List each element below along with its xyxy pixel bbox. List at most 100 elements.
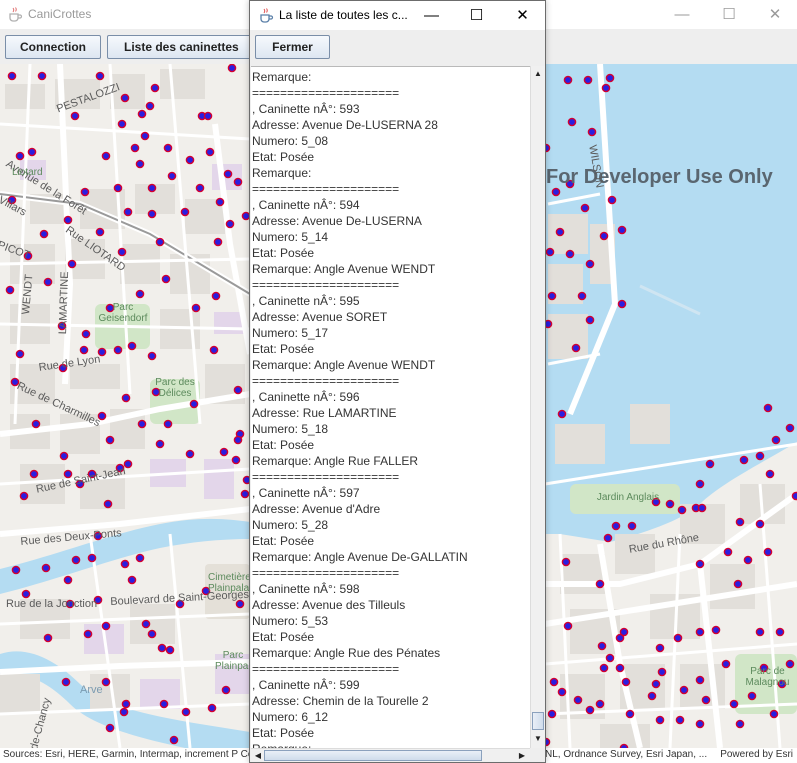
caninette-marker[interactable] (695, 627, 705, 637)
caninette-marker[interactable] (101, 151, 111, 161)
caninette-marker[interactable] (120, 559, 130, 569)
caninette-marker[interactable] (15, 349, 25, 359)
caninette-marker[interactable] (113, 183, 123, 193)
caninette-marker[interactable] (563, 75, 573, 85)
caninette-marker[interactable] (763, 547, 773, 557)
caninette-marker[interactable] (180, 207, 190, 217)
caninette-marker[interactable] (105, 435, 115, 445)
caninette-marker[interactable] (137, 419, 147, 429)
caninette-marker[interactable] (61, 677, 71, 687)
caninette-marker[interactable] (213, 237, 223, 247)
dialog-titlebar[interactable]: La liste de toutes les c... — ☐ ✕ (250, 1, 545, 30)
caninette-marker[interactable] (615, 663, 625, 673)
caninette-marker[interactable] (205, 147, 215, 157)
caninette-marker[interactable] (135, 289, 145, 299)
caninette-marker[interactable] (27, 147, 37, 157)
connection-button[interactable]: Connection (5, 35, 101, 59)
caninette-marker[interactable] (120, 93, 130, 103)
caninette-marker[interactable] (165, 645, 175, 655)
caninette-marker[interactable] (617, 225, 627, 235)
caninette-marker[interactable] (59, 451, 69, 461)
caninette-marker[interactable] (601, 83, 611, 93)
caninette-marker[interactable] (101, 677, 111, 687)
scroll-left-icon[interactable]: ◀ (251, 749, 265, 763)
caninette-marker[interactable] (147, 183, 157, 193)
caninette-marker[interactable] (735, 719, 745, 729)
caninette-marker[interactable] (595, 699, 605, 709)
caninette-marker[interactable] (763, 403, 773, 413)
caninette-marker[interactable] (21, 589, 31, 599)
caninette-marker[interactable] (585, 259, 595, 269)
caninette-marker[interactable] (63, 215, 73, 225)
caninette-marker[interactable] (221, 685, 231, 695)
caninette-marker[interactable] (235, 599, 245, 609)
vertical-scrollbar[interactable]: ▲ ▼ (530, 66, 545, 748)
caninette-marker[interactable] (39, 229, 49, 239)
caninette-marker[interactable] (209, 345, 219, 355)
caninette-marker[interactable] (87, 553, 97, 563)
caninette-marker[interactable] (743, 555, 753, 565)
caninette-marker[interactable] (203, 111, 213, 121)
caninette-marker[interactable] (121, 393, 131, 403)
caninette-marker[interactable] (625, 709, 635, 719)
caninette-marker[interactable] (695, 559, 705, 569)
caninette-marker[interactable] (595, 579, 605, 589)
caninette-marker[interactable] (607, 195, 617, 205)
caninette-marker[interactable] (135, 159, 145, 169)
caninette-marker[interactable] (585, 705, 595, 715)
dialog-close-button[interactable]: ✕ (500, 1, 545, 30)
caninette-marker[interactable] (549, 677, 559, 687)
caninette-marker[interactable] (161, 274, 171, 284)
dialog-maximize-button[interactable]: ☐ (454, 1, 499, 30)
caninette-marker[interactable] (567, 117, 577, 127)
fermer-button[interactable]: Fermer (255, 35, 330, 59)
caninette-marker[interactable] (155, 237, 165, 247)
caninette-marker[interactable] (70, 111, 80, 121)
caninette-marker[interactable] (573, 695, 583, 705)
caninette-marker[interactable] (651, 679, 661, 689)
horizontal-scroll-thumb[interactable] (264, 750, 482, 761)
caninette-marker[interactable] (563, 621, 573, 631)
caninette-marker[interactable] (207, 703, 217, 713)
caninette-marker[interactable] (191, 303, 201, 313)
caninette-marker[interactable] (117, 247, 127, 257)
caninette-marker[interactable] (585, 315, 595, 325)
caninette-marker[interactable] (785, 423, 795, 433)
caninette-marker[interactable] (41, 563, 51, 573)
caninette-marker[interactable] (19, 491, 29, 501)
caninette-marker[interactable] (547, 709, 557, 719)
caninette-marker[interactable] (587, 127, 597, 137)
caninette-marker[interactable] (145, 101, 155, 111)
caninette-marker[interactable] (747, 691, 757, 701)
close-button[interactable]: ✕ (752, 0, 797, 29)
caninette-marker[interactable] (195, 183, 205, 193)
caninette-marker[interactable] (655, 643, 665, 653)
caninette-marker[interactable] (557, 687, 567, 697)
caninette-marker[interactable] (181, 707, 191, 717)
caninette-marker[interactable] (95, 71, 105, 81)
caninette-marker[interactable] (5, 285, 15, 295)
caninette-marker[interactable] (157, 643, 167, 653)
caninette-marker[interactable] (561, 557, 571, 567)
caninette-marker[interactable] (185, 155, 195, 165)
caninette-marker[interactable] (119, 707, 129, 717)
caninette-marker[interactable] (771, 435, 781, 445)
caninette-marker[interactable] (599, 663, 609, 673)
caninette-marker[interactable] (147, 209, 157, 219)
caninette-marker[interactable] (735, 517, 745, 527)
caninette-marker[interactable] (189, 399, 199, 409)
dialog-minimize-button[interactable]: — (409, 1, 454, 30)
caninette-marker[interactable] (225, 219, 235, 229)
caninette-marker[interactable] (697, 503, 707, 513)
list-caninettes-button[interactable]: Liste des caninettes (107, 35, 255, 59)
caninette-marker[interactable] (105, 723, 115, 733)
scroll-right-icon[interactable]: ▶ (515, 749, 529, 763)
caninette-marker[interactable] (551, 187, 561, 197)
caninette-marker[interactable] (557, 409, 567, 419)
caninette-marker[interactable] (233, 385, 243, 395)
caninette-marker[interactable] (29, 469, 39, 479)
caninette-marker[interactable] (167, 171, 177, 181)
caninette-marker[interactable] (769, 709, 779, 719)
caninette-marker[interactable] (117, 119, 127, 129)
caninette-marker[interactable] (127, 575, 137, 585)
